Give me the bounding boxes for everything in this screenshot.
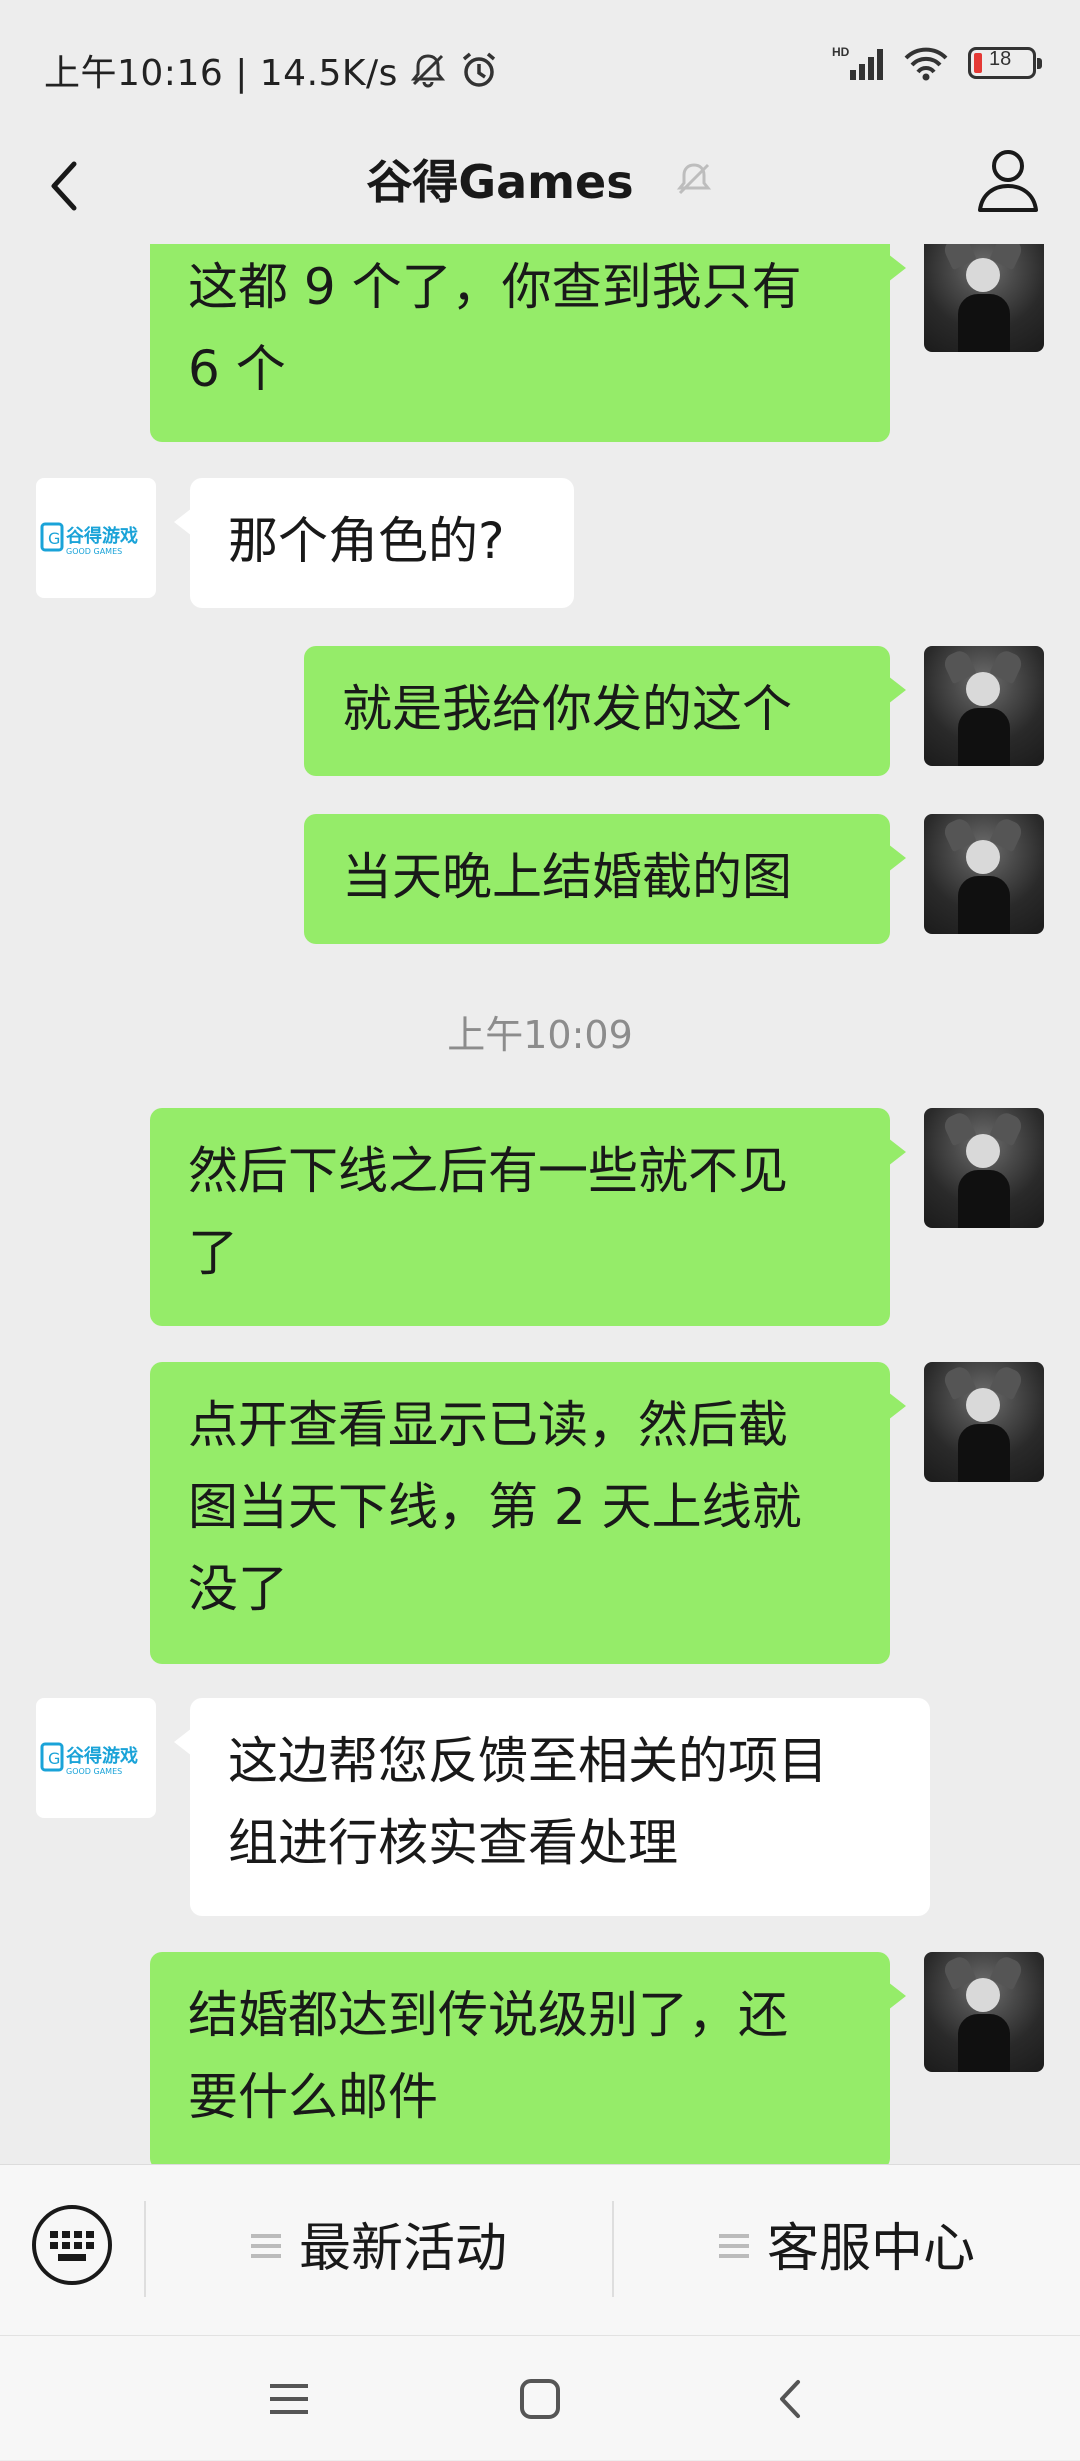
system-navigation-bar xyxy=(0,2335,1080,2461)
chat-title-wrap: 谷得Games xyxy=(0,146,1080,212)
signal-icon: HD xyxy=(832,45,883,80)
message-line: 当天晚上结婚截的图 xyxy=(342,848,792,906)
gudeyouxi-logo: G 谷得游戏 GOOD GAMES xyxy=(40,522,138,556)
menu-customer-service-label: 客服中心 xyxy=(766,2218,975,2279)
network-type-label: HD xyxy=(832,45,850,59)
menu-list-icon xyxy=(718,2213,749,2273)
gudeyouxi-logo: G 谷得游戏 GOOD GAMES xyxy=(40,1742,138,1776)
status-left: 上午10:16 | 14.5K/s xyxy=(44,44,500,96)
message-timestamp: 上午10:09 xyxy=(447,1013,633,1057)
message-line: 了 xyxy=(188,1224,238,1282)
message-bubble-sent[interactable]: 这都 9 个了，你查到我只有 6 个 xyxy=(150,244,906,442)
message-bubble-sent[interactable]: 就是我给你发的这个 xyxy=(304,646,906,776)
menu-latest-events-label: 最新活动 xyxy=(298,2218,507,2279)
home-icon[interactable] xyxy=(515,2374,565,2424)
mute-notification-icon xyxy=(410,54,446,88)
message-line: 那个角色的? xyxy=(228,512,505,570)
my-avatar[interactable] xyxy=(924,1362,1044,1482)
message-line: 就是我给你发的这个 xyxy=(342,680,792,738)
message-line: 点开查看显示已读，然后截 xyxy=(188,1396,788,1454)
chat-header: 谷得Games xyxy=(0,132,1080,244)
message-bubble-sent[interactable]: 点开查看显示已读，然后截 图当天下线，第 2 天上线就 没了 xyxy=(150,1362,906,1664)
recent-apps-icon[interactable] xyxy=(264,2374,314,2424)
my-avatar[interactable] xyxy=(924,244,1044,352)
svg-text:谷得游戏: 谷得游戏 xyxy=(66,1745,138,1767)
my-avatar[interactable] xyxy=(924,1108,1044,1228)
message-bubble-sent[interactable]: 当天晚上结婚截的图 xyxy=(304,814,906,944)
my-avatar[interactable] xyxy=(924,814,1044,934)
service-avatar[interactable]: G 谷得游戏 GOOD GAMES xyxy=(36,1698,156,1818)
message-line: 6 个 xyxy=(188,340,286,398)
wifi-icon xyxy=(904,47,948,81)
menu-list-icon xyxy=(250,2213,281,2273)
message-bubble-received[interactable]: 这边帮您反馈至相关的项目 组进行核实查看处理 xyxy=(174,1698,930,1916)
message-line: 要什么邮件 xyxy=(188,2068,438,2126)
system-back-icon[interactable] xyxy=(766,2374,816,2424)
my-avatar[interactable] xyxy=(924,646,1044,766)
alarm-icon xyxy=(462,52,496,87)
menu-latest-events-button[interactable]: 最新活动 xyxy=(146,2193,612,2293)
muted-bell-icon xyxy=(676,163,711,195)
message-line: 结婚都达到传说级别了，还 xyxy=(188,1986,788,2044)
message-line: 这边帮您反馈至相关的项目 xyxy=(228,1732,828,1790)
message-line: 组进行核实查看处理 xyxy=(228,1814,678,1872)
keyboard-toggle-icon[interactable] xyxy=(30,2203,114,2287)
bottom-menu-bar: 最新活动 客服中心 xyxy=(0,2164,1080,2460)
message-bubble-sent[interactable]: 然后下线之后有一些就不见 了 xyxy=(150,1108,906,1326)
svg-text:谷得游戏: 谷得游戏 xyxy=(66,525,138,547)
svg-text:GOOD GAMES: GOOD GAMES xyxy=(66,1767,122,1776)
message-bubble-sent[interactable]: 结婚都达到传说级别了，还 要什么邮件 xyxy=(150,1952,906,2164)
message-line: 图当天下线，第 2 天上线就 xyxy=(188,1478,802,1536)
status-time-speed: 上午10:16 | 14.5K/s xyxy=(44,53,398,94)
message-bubble-received[interactable]: 那个角色的? xyxy=(174,478,574,608)
my-avatar[interactable] xyxy=(924,1952,1044,2072)
svg-text:GOOD GAMES: GOOD GAMES xyxy=(66,547,122,556)
chat-title: 谷得Games xyxy=(366,155,634,209)
message-line: 这都 9 个了，你查到我只有 xyxy=(188,258,802,316)
svg-text:G: G xyxy=(48,529,60,548)
status-right: HD 18 xyxy=(832,44,1042,82)
chat-area[interactable]: 这都 9 个了，你查到我只有 6 个 G 谷得游戏 GOOD GAMES 那个角… xyxy=(0,244,1080,2164)
battery-icon: 18 xyxy=(968,47,1042,79)
battery-level: 18 xyxy=(989,48,1012,70)
status-bar: 上午10:16 | 14.5K/s HD 18 xyxy=(0,0,1080,132)
message-line: 然后下线之后有一些就不见 xyxy=(188,1142,788,1200)
contact-profile-icon[interactable] xyxy=(970,142,1046,218)
service-avatar[interactable]: G 谷得游戏 GOOD GAMES xyxy=(36,478,156,598)
message-line: 没了 xyxy=(188,1560,288,1618)
svg-text:G: G xyxy=(48,1749,60,1768)
menu-customer-service-button[interactable]: 客服中心 xyxy=(614,2193,1080,2293)
